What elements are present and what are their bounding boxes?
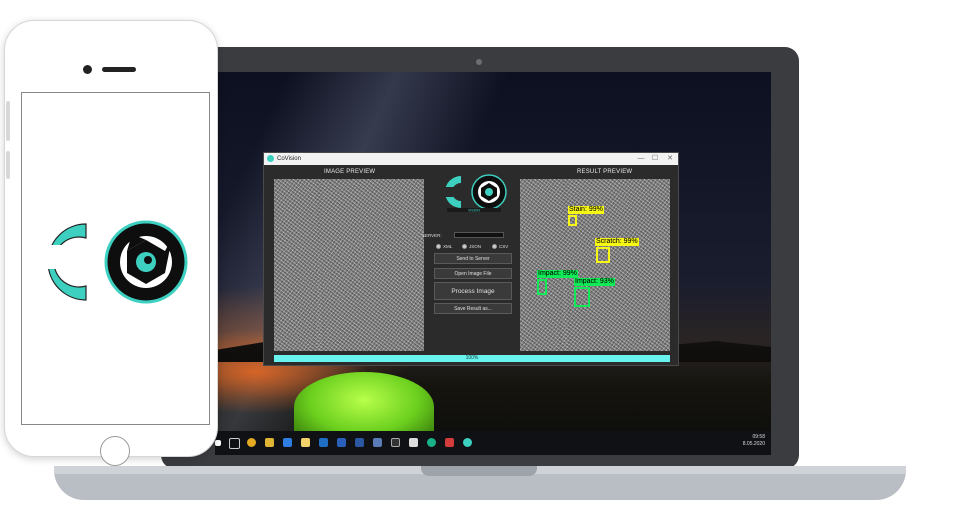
progress-text: 100% (465, 355, 479, 361)
phone-camera (83, 65, 92, 74)
xml-radio[interactable] (436, 244, 441, 249)
save-result-button[interactable]: Save Result as... (434, 303, 512, 314)
server-label: SERVER: (422, 233, 442, 238)
open-image-button[interactable]: Open Image File (434, 268, 512, 279)
csv-label: CSV (499, 244, 509, 249)
system-clock[interactable]: 09:58 8.05.2020 (743, 434, 765, 448)
detection-box-scratch (596, 247, 610, 263)
logo-caption: VISION (468, 209, 480, 213)
process-image-button[interactable]: Process Image (434, 282, 512, 300)
result-preview-label: RESULT PREVIEW (577, 169, 633, 175)
laptop-notch (421, 466, 537, 476)
detection-label-scratch: Scratch: 99% (595, 238, 639, 246)
json-label: JSON (469, 244, 482, 249)
clock-time: 09:58 (752, 434, 765, 440)
pdf-icon[interactable] (445, 438, 454, 447)
title-bar[interactable]: CoVision — ☐ ✕ (264, 153, 678, 165)
maximize-button[interactable]: ☐ (650, 154, 660, 163)
mail-icon[interactable] (337, 438, 346, 447)
json-radio[interactable] (462, 244, 467, 249)
texture-image (274, 179, 424, 351)
folder-icon[interactable] (265, 438, 274, 447)
laptop-camera (476, 59, 482, 65)
detection-label-impact-1: Impact: 99% (537, 270, 578, 278)
app-title: CoVision (277, 156, 301, 162)
csv-radio[interactable] (492, 244, 497, 249)
phone-volume-button (6, 101, 10, 141)
phone-side-button (6, 151, 10, 179)
detection-box-impact-2 (574, 287, 590, 307)
xml-label: XML (443, 244, 453, 249)
image-preview-label: IMAGE PREVIEW (324, 169, 376, 175)
minimize-button[interactable]: — (636, 154, 646, 163)
edge-icon[interactable] (283, 438, 292, 447)
green-app-icon[interactable] (427, 438, 436, 447)
task-view-icon[interactable] (229, 438, 240, 449)
chrome-icon[interactable] (247, 438, 256, 447)
covision-icon[interactable] (463, 438, 472, 447)
app-icon[interactable] (409, 438, 418, 447)
send-to-server-button[interactable]: Send to Server (434, 253, 512, 264)
detection-label-impact-2: Impact: 93% (574, 278, 615, 286)
covision-app-window: CoVision — ☐ ✕ IMAGE PREVIEW RESULT PREV… (263, 152, 679, 366)
detection-label-stain: Stain: 99% (568, 206, 604, 214)
file-explorer-icon[interactable] (301, 438, 310, 447)
taskbar: 09:58 8.05.2020 (215, 431, 771, 455)
app-logo-icon (267, 155, 274, 162)
progress-bar: 100% (274, 355, 670, 362)
store-icon[interactable] (319, 438, 328, 447)
clock-date: 8.05.2020 (742, 441, 765, 447)
phone-home-button[interactable] (100, 436, 130, 466)
result-preview-panel: Stain: 99% Scratch: 99% Impact: 99% Impa… (520, 179, 670, 351)
phone-screen (21, 92, 210, 425)
close-button[interactable]: ✕ (665, 154, 675, 163)
search-icon[interactable] (215, 440, 221, 446)
word-icon[interactable] (355, 438, 364, 447)
format-radio-group: XML JSON CSV (436, 244, 514, 250)
result-texture-image (520, 179, 670, 351)
terminal-icon[interactable] (391, 438, 400, 447)
covision-logo: VISION (445, 174, 507, 213)
detection-box-impact-1 (537, 279, 547, 295)
server-input[interactable] (454, 232, 504, 238)
smartphone (4, 20, 218, 466)
image-preview-panel (274, 179, 424, 351)
covision-logo-large (47, 220, 188, 304)
photos-icon[interactable] (373, 438, 382, 447)
detection-box-stain (568, 215, 577, 226)
phone-speaker (102, 67, 136, 72)
